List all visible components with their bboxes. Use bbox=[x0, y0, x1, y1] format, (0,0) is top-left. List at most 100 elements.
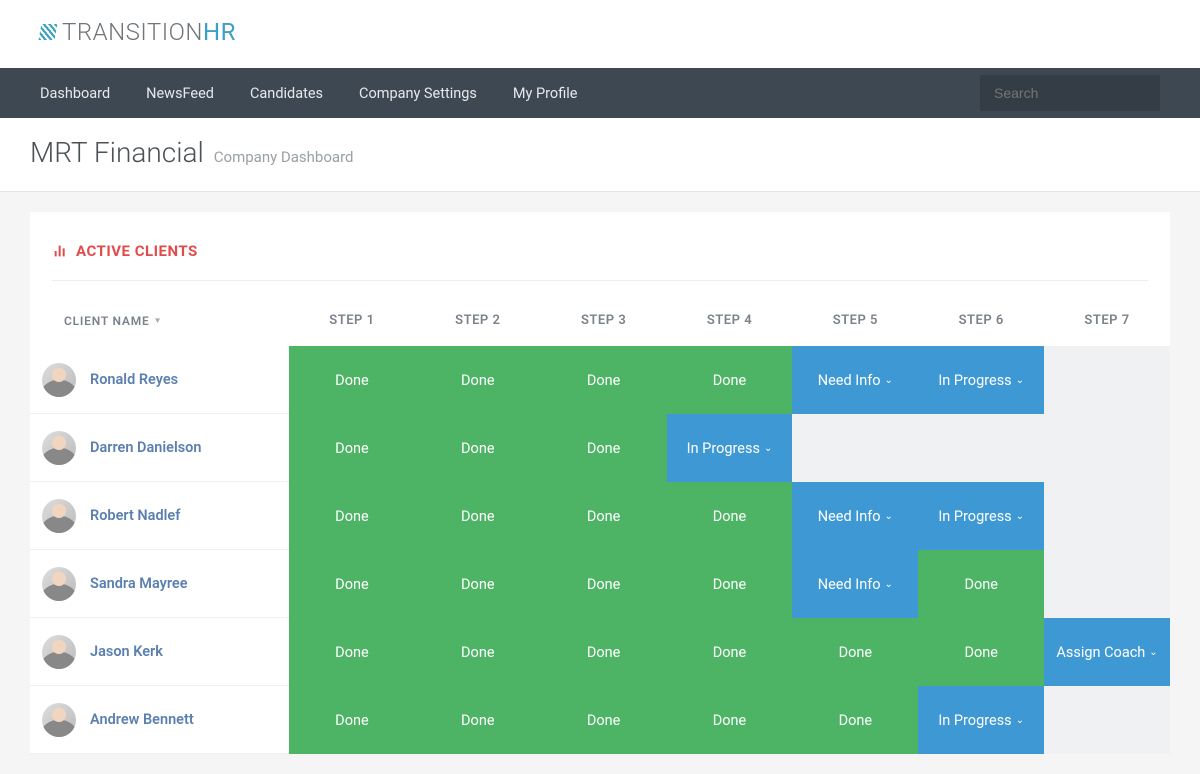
status-done: Done bbox=[541, 414, 667, 482]
section-title-text: ACTIVE CLIENTS bbox=[76, 242, 198, 260]
section-title: ACTIVE CLIENTS bbox=[30, 232, 1170, 280]
status-done: Done bbox=[918, 550, 1044, 618]
status-empty bbox=[918, 414, 1044, 482]
col-step-6: STEP 6 bbox=[918, 305, 1044, 346]
client-cell: Andrew Bennett bbox=[30, 686, 289, 754]
sort-icon: ▼ bbox=[154, 316, 163, 325]
client-name-link[interactable]: Andrew Bennett bbox=[90, 711, 194, 728]
client-cell: Darren Danielson bbox=[30, 414, 289, 482]
avatar bbox=[42, 431, 76, 465]
status-done: Done bbox=[541, 482, 667, 550]
logo-text: TRANSITIONHR bbox=[62, 18, 236, 46]
nav-dashboard[interactable]: Dashboard bbox=[40, 85, 110, 102]
nav-links: Dashboard NewsFeed Candidates Company Se… bbox=[40, 85, 577, 102]
status-need-info[interactable]: Need Info⌄ bbox=[792, 482, 918, 550]
status-done: Done bbox=[667, 550, 793, 618]
status-done: Done bbox=[415, 550, 541, 618]
status-done: Done bbox=[667, 686, 793, 754]
status-done: Done bbox=[541, 346, 667, 414]
col-step-7: STEP 7 bbox=[1044, 305, 1170, 346]
logo-icon bbox=[39, 24, 58, 40]
client-name-link[interactable]: Robert Nadlef bbox=[90, 507, 180, 524]
status-empty bbox=[1044, 414, 1170, 482]
chevron-down-icon: ⌄ bbox=[885, 375, 893, 386]
avatar bbox=[42, 499, 76, 533]
nav-candidates[interactable]: Candidates bbox=[250, 85, 323, 102]
status-assign-coach[interactable]: Assign Coach⌄ bbox=[1044, 618, 1170, 686]
avatar bbox=[42, 567, 76, 601]
client-cell: Sandra Mayree bbox=[30, 550, 289, 618]
client-name-link[interactable]: Jason Kerk bbox=[90, 643, 163, 660]
status-need-info[interactable]: Need Info⌄ bbox=[792, 346, 918, 414]
status-done: Done bbox=[415, 346, 541, 414]
active-clients-card: ACTIVE CLIENTS CLIENT NAME ▼ STEP 1 STEP… bbox=[30, 212, 1170, 754]
chevron-down-icon: ⌄ bbox=[1016, 511, 1024, 522]
logo-text-main: TRANSITION bbox=[62, 18, 203, 46]
client-cell: Ronald Reyes bbox=[30, 346, 289, 414]
col-client-name[interactable]: CLIENT NAME ▼ bbox=[30, 305, 289, 346]
page-header: MRT Financial Company Dashboard bbox=[0, 118, 1200, 192]
clients-grid: CLIENT NAME ▼ STEP 1 STEP 2 STEP 3 STEP … bbox=[30, 305, 1170, 754]
status-in-progress[interactable]: In Progress⌄ bbox=[918, 482, 1044, 550]
logo-strip: TRANSITIONHR bbox=[0, 0, 1200, 68]
status-done: Done bbox=[541, 550, 667, 618]
client-cell: Jason Kerk bbox=[30, 618, 289, 686]
status-in-progress[interactable]: In Progress⌄ bbox=[918, 686, 1044, 754]
col-step-5: STEP 5 bbox=[792, 305, 918, 346]
chevron-down-icon: ⌄ bbox=[1016, 375, 1024, 386]
status-empty bbox=[1044, 686, 1170, 754]
status-done: Done bbox=[415, 414, 541, 482]
status-done: Done bbox=[541, 686, 667, 754]
chevron-down-icon: ⌄ bbox=[764, 443, 772, 454]
status-need-info[interactable]: Need Info⌄ bbox=[792, 550, 918, 618]
nav-newsfeed[interactable]: NewsFeed bbox=[146, 85, 214, 102]
status-in-progress[interactable]: In Progress⌄ bbox=[918, 346, 1044, 414]
col-step-3: STEP 3 bbox=[541, 305, 667, 346]
status-empty bbox=[1044, 346, 1170, 414]
chevron-down-icon: ⌄ bbox=[1149, 647, 1157, 658]
main-nav: Dashboard NewsFeed Candidates Company Se… bbox=[0, 68, 1200, 118]
col-step-1: STEP 1 bbox=[289, 305, 415, 346]
status-done: Done bbox=[289, 550, 415, 618]
chevron-down-icon: ⌄ bbox=[885, 579, 893, 590]
search-input[interactable] bbox=[994, 85, 1175, 101]
nav-my-profile[interactable]: My Profile bbox=[513, 85, 578, 102]
company-name: MRT Financial bbox=[30, 136, 204, 169]
status-done: Done bbox=[289, 414, 415, 482]
status-done: Done bbox=[918, 618, 1044, 686]
status-done: Done bbox=[415, 618, 541, 686]
page-subtitle: Company Dashboard bbox=[214, 148, 354, 166]
search-box[interactable] bbox=[980, 75, 1160, 111]
avatar bbox=[42, 635, 76, 669]
status-empty bbox=[1044, 482, 1170, 550]
status-done: Done bbox=[667, 482, 793, 550]
logo-text-accent: HR bbox=[203, 18, 236, 46]
divider bbox=[52, 280, 1148, 281]
status-done: Done bbox=[415, 482, 541, 550]
logo[interactable]: TRANSITIONHR bbox=[40, 18, 1160, 46]
status-done: Done bbox=[289, 482, 415, 550]
chevron-down-icon: ⌄ bbox=[885, 511, 893, 522]
avatar bbox=[42, 703, 76, 737]
client-name-link[interactable]: Sandra Mayree bbox=[90, 575, 188, 592]
status-in-progress[interactable]: In Progress⌄ bbox=[667, 414, 793, 482]
client-name-link[interactable]: Ronald Reyes bbox=[90, 371, 178, 388]
client-cell: Robert Nadlef bbox=[30, 482, 289, 550]
client-name-link[interactable]: Darren Danielson bbox=[90, 439, 201, 456]
status-done: Done bbox=[289, 618, 415, 686]
status-done: Done bbox=[667, 346, 793, 414]
status-done: Done bbox=[415, 686, 541, 754]
status-done: Done bbox=[289, 346, 415, 414]
col-step-4: STEP 4 bbox=[667, 305, 793, 346]
status-done: Done bbox=[289, 686, 415, 754]
status-empty bbox=[1044, 550, 1170, 618]
status-done: Done bbox=[541, 618, 667, 686]
status-done: Done bbox=[792, 686, 918, 754]
status-done: Done bbox=[792, 618, 918, 686]
avatar bbox=[42, 363, 76, 397]
nav-company-settings[interactable]: Company Settings bbox=[359, 85, 477, 102]
status-done: Done bbox=[667, 618, 793, 686]
bar-chart-icon bbox=[52, 243, 68, 259]
chevron-down-icon: ⌄ bbox=[1016, 715, 1024, 726]
status-empty bbox=[792, 414, 918, 482]
